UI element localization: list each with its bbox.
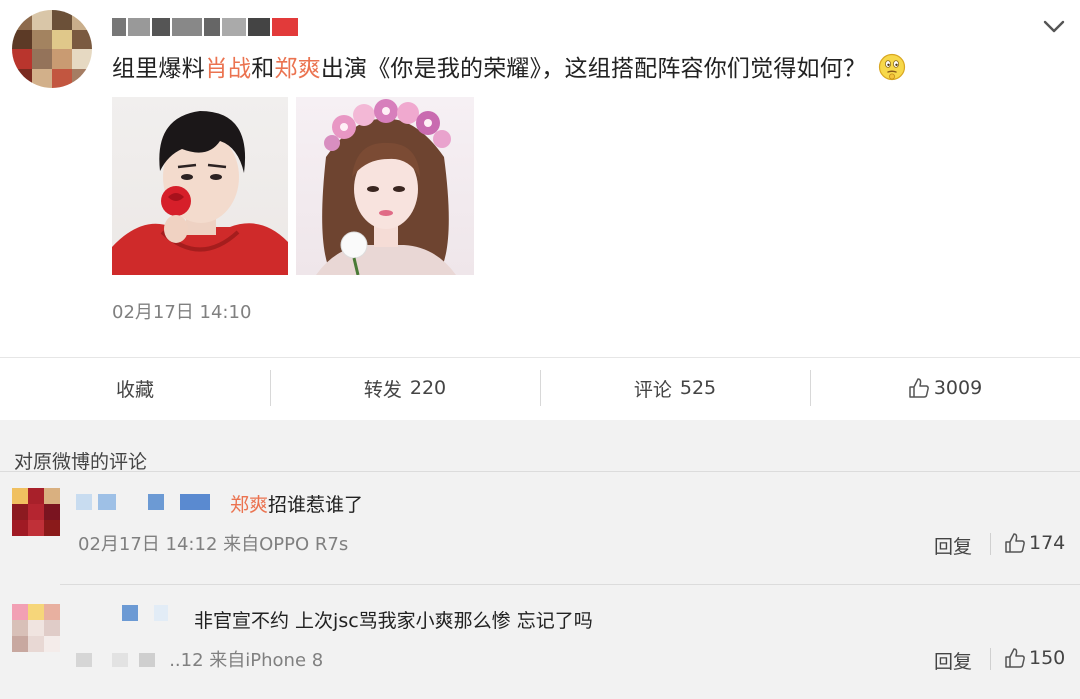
post-text-before: 组里爆料	[112, 56, 205, 82]
thinking-face-icon	[878, 53, 905, 81]
commenter-name-mosaic[interactable]	[76, 494, 210, 510]
thumbs-up-icon	[1005, 533, 1025, 553]
comment-body: 非官宣不约 上次jsc骂我家小爽那么惨 忘记了吗	[194, 610, 593, 632]
reply-button[interactable]: 回复	[934, 532, 972, 559]
username-mosaic[interactable]	[112, 18, 298, 36]
post-image-2[interactable]	[296, 97, 474, 275]
like-count: 3009	[933, 377, 983, 399]
favorite-label: 收藏	[115, 378, 154, 401]
comment-like-button[interactable]: 150	[1004, 647, 1065, 669]
divider	[60, 584, 1080, 585]
comment-meta: 02月17日 14:12 来自OPPO R7s	[78, 534, 349, 555]
comment-mention[interactable]: 郑爽	[230, 494, 268, 516]
post-image-1[interactable]	[112, 97, 288, 275]
comment-button[interactable]: 评论 525	[540, 358, 810, 418]
comment-body: 招谁惹谁了	[268, 494, 364, 516]
comment-like-button[interactable]: 174	[1004, 532, 1065, 554]
comment-like-count: 150	[1029, 647, 1066, 669]
mention-name2[interactable]: 郑爽	[274, 56, 320, 82]
post-timestamp: 02月17日 14:10	[112, 302, 252, 323]
post-text-after: 出演《你是我的荣耀》，这组搭配阵容你们觉得如何？	[320, 56, 867, 82]
divider	[0, 471, 1080, 472]
divider	[990, 533, 991, 555]
comment-meta: ..12 来自iPhone 8	[76, 646, 323, 672]
divider	[990, 648, 991, 670]
commenter-avatar[interactable]	[12, 488, 60, 536]
comment-label: 评论	[633, 378, 672, 401]
thumbs-up-icon	[1005, 648, 1025, 668]
commenter-name-mosaic[interactable]	[122, 605, 168, 621]
thumbs-up-icon	[909, 378, 929, 398]
post-text-mid: 和	[251, 56, 275, 82]
user-avatar[interactable]	[12, 10, 92, 88]
comment-meta-text: ..12 来自iPhone 8	[169, 650, 324, 671]
mention-name1[interactable]: 肖战	[205, 56, 251, 82]
mosaic-block	[76, 653, 92, 667]
mosaic-block	[139, 653, 156, 667]
like-button[interactable]: 3009	[810, 358, 1080, 418]
man-portrait-image	[112, 111, 288, 275]
reply-button[interactable]: 回复	[934, 647, 972, 674]
action-bar: 收藏 转发 220 评论 525 3009	[0, 358, 1080, 418]
repost-button[interactable]: 转发 220	[270, 358, 540, 418]
repost-label: 转发	[363, 378, 402, 401]
comment-like-count: 174	[1029, 532, 1066, 554]
comment-count: 525	[679, 377, 717, 399]
woman-portrait-image	[316, 99, 456, 275]
comment-text: 非官宣不约 上次jsc骂我家小爽那么惨 忘记了吗	[194, 606, 593, 633]
commenter-avatar[interactable]	[12, 604, 60, 652]
chevron-down-icon[interactable]	[1042, 18, 1066, 36]
mosaic-block	[111, 653, 128, 667]
repost-count: 220	[409, 377, 447, 399]
comments-section-title: 对原微博的评论	[14, 451, 148, 473]
post-text: 组里爆料肖战和郑爽出演《你是我的荣耀》，这组搭配阵容你们觉得如何？	[112, 52, 906, 86]
favorite-button[interactable]: 收藏	[0, 358, 270, 418]
comment-text: 郑爽招谁惹谁了	[230, 490, 363, 517]
